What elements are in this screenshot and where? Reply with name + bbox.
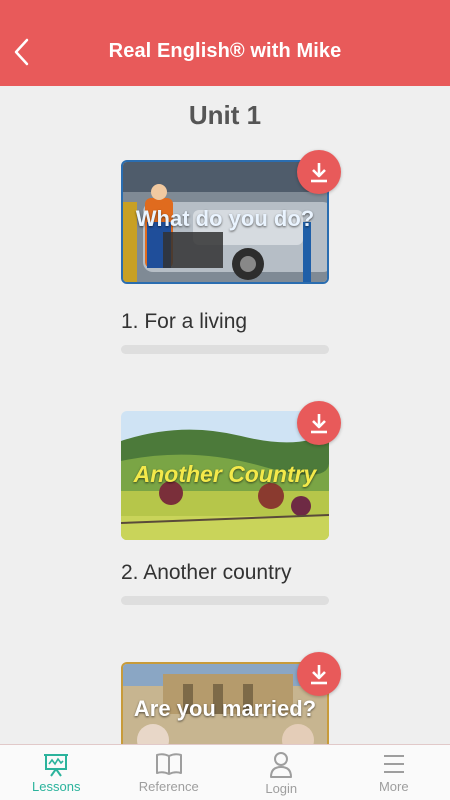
download-icon [311, 414, 327, 434]
thumbnail-caption: Are you married? [133, 696, 317, 721]
lesson-progress-bar [121, 596, 329, 605]
app-header: Real English® with Mike [0, 0, 450, 86]
page-title: Real English® with Mike [108, 40, 342, 62]
presentation-board-icon [44, 754, 69, 777]
nav-label: Reference [138, 779, 199, 794]
download-button[interactable] [297, 150, 341, 194]
thumbnail-caption: Another Country [133, 461, 317, 487]
lesson-title[interactable]: 1. For a living [121, 310, 247, 334]
user-icon [270, 752, 293, 778]
nav-tab-more[interactable]: More [338, 745, 450, 800]
lesson-progress-bar [121, 345, 329, 354]
nav-label: More [378, 779, 409, 794]
nav-label: Lessons [32, 779, 81, 794]
download-icon [311, 163, 327, 183]
download-icon [311, 665, 327, 685]
nav-tab-lessons[interactable]: Lessons [0, 745, 113, 800]
nav-tab-login[interactable]: Login [225, 745, 338, 800]
book-icon [155, 753, 182, 775]
menu-icon [383, 755, 404, 773]
download-button[interactable] [297, 652, 341, 696]
lesson-title[interactable]: 2. Another country [121, 561, 291, 585]
bottom-navigation: Lessons Reference Login More [0, 744, 450, 800]
thumbnail-caption: What do you do? [135, 206, 315, 231]
download-button[interactable] [297, 401, 341, 445]
nav-label: Login [265, 781, 298, 796]
nav-tab-reference[interactable]: Reference [113, 745, 226, 800]
unit-title: Unit 1 [188, 100, 262, 130]
